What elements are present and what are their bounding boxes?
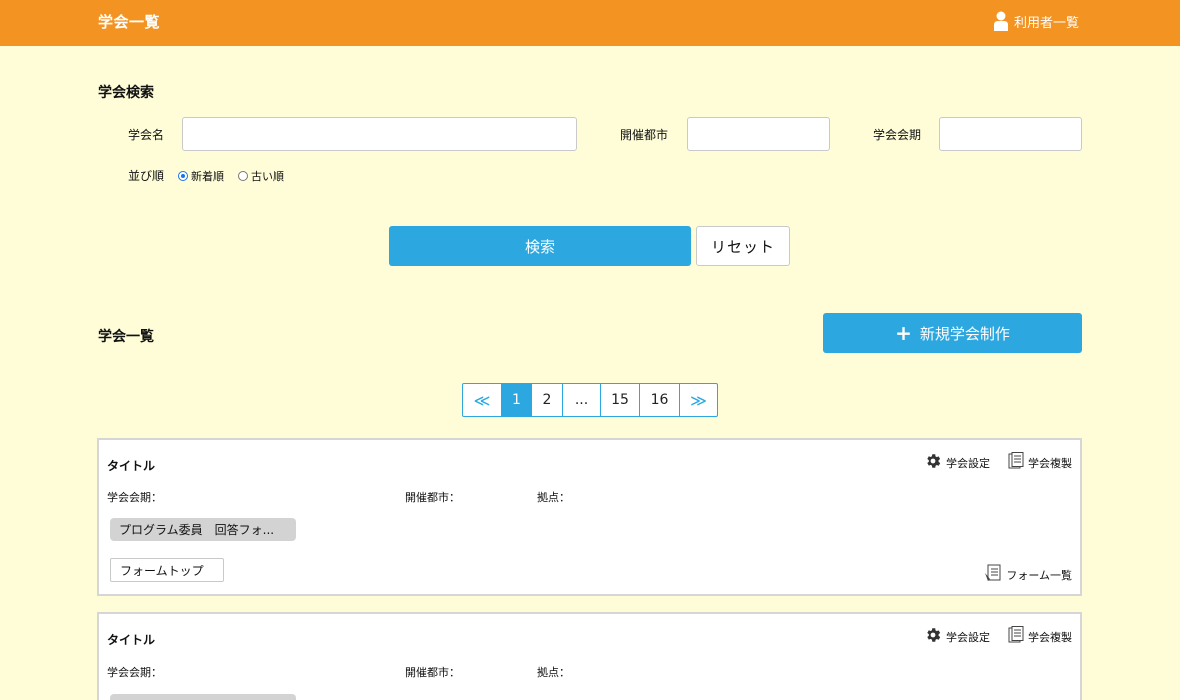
user-icon [993,11,1008,31]
base-field-label: 拠点： [537,491,570,504]
sort-oldest-radio[interactable]: 古い順 [238,168,284,184]
sort-oldest-label: 古い順 [251,169,285,183]
app-title: 学会一覧 [98,13,161,31]
card-actions: 学会設定 学会複製 [924,452,1072,473]
form-chip[interactable]: プログラム委員 回答フォ... [110,518,296,541]
period-field-label: 学会会期： [107,491,162,504]
top-header: 学会一覧 利用者一覧 [0,0,1180,46]
period-label: 学会会期 [873,128,922,142]
city-input[interactable] [687,117,830,151]
radio-unchecked-icon [238,170,249,181]
conference-copy-label: 学会複製 [1028,456,1072,470]
pagination-page[interactable]: 15 [600,384,639,416]
pagination-page[interactable]: 16 [639,384,679,416]
city-field-label: 開催都市： [405,491,460,504]
card-actions: 学会設定 学会複製 [924,626,1072,647]
plus-icon: + [895,321,912,345]
gear-icon [924,626,942,647]
conference-settings-link[interactable]: 学会設定 [924,452,990,473]
sort-newest-radio[interactable]: 新着順 [178,168,224,184]
form-chip[interactable] [110,694,296,700]
user-list-label: 利用者一覧 [1013,15,1079,31]
conference-settings-label: 学会設定 [946,630,990,644]
name-input[interactable] [182,117,577,151]
form-top-button[interactable]: フォームトップ [110,558,224,582]
form-list-link[interactable]: フォーム一覧 [984,564,1072,585]
period-input[interactable] [939,117,1082,151]
conference-title: タイトル [107,459,156,473]
conference-copy-link[interactable]: 学会複製 [1008,626,1072,647]
list-section-title: 学会一覧 [98,329,154,345]
search-section-title: 学会検索 [98,85,154,101]
radio-checked-icon [178,170,189,181]
city-label: 開催都市 [620,128,669,142]
conference-settings-link[interactable]: 学会設定 [924,626,990,647]
form-list-icon [984,564,1002,585]
conference-settings-label: 学会設定 [946,456,990,470]
form-list-label: フォーム一覧 [1006,568,1072,582]
gear-icon [924,452,942,473]
search-button[interactable]: 検索 [389,226,691,266]
conference-card: タイトル 学会設定 学会複製 学会会期： 開催都市： 拠点： プログラム委員 回… [97,438,1082,596]
pagination-page[interactable]: 1 [501,384,531,416]
user-list-link[interactable]: 利用者一覧 [993,11,1079,31]
pagination-prev[interactable]: ≪ [463,384,501,416]
period-field-label: 学会会期： [107,666,162,679]
reset-button[interactable]: リセット [696,226,790,266]
copy-document-icon [1008,452,1024,473]
sort-label: 並び順 [128,169,165,183]
pagination-next[interactable]: ≫ [679,384,717,416]
conference-title: タイトル [107,633,156,647]
copy-document-icon [1008,626,1024,647]
conference-copy-link[interactable]: 学会複製 [1008,452,1072,473]
city-field-label: 開催都市： [405,666,460,679]
new-conference-label: 新規学会制作 [919,324,1010,343]
conference-copy-label: 学会複製 [1028,630,1072,644]
pagination-ellipsis: ... [562,384,600,416]
conference-card: タイトル 学会設定 学会複製 学会会期： 開催都市： 拠点： [97,612,1082,700]
sort-order-row: 並び順 新着順 古い順 [128,167,298,184]
name-label: 学会名 [128,128,165,142]
pagination: ≪ 1 2 ... 15 16 ≫ [462,383,718,417]
new-conference-button[interactable]: + 新規学会制作 [823,313,1082,353]
pagination-page[interactable]: 2 [531,384,562,416]
base-field-label: 拠点： [537,666,570,679]
sort-newest-label: 新着順 [191,169,225,183]
